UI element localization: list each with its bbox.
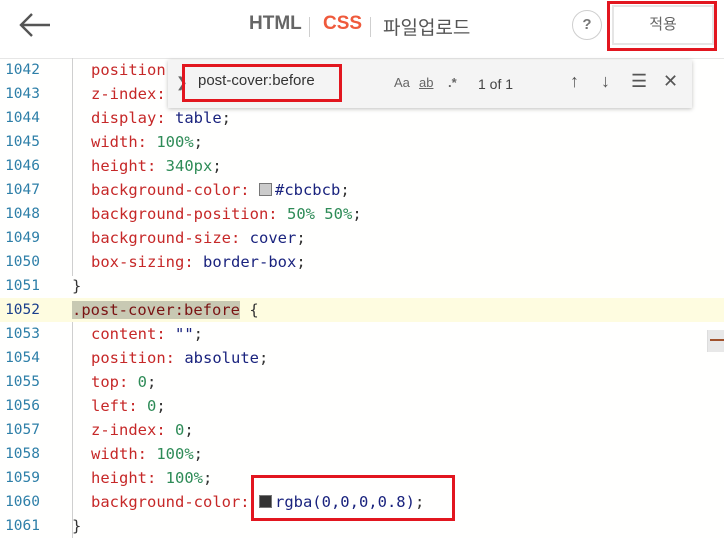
- css-value: 340px: [165, 157, 213, 175]
- code-line: 1044 display: table;: [0, 106, 724, 130]
- previous-match-icon[interactable]: ↑: [570, 71, 579, 92]
- code-line-current: 1052 .post-cover:before {: [0, 298, 724, 322]
- css-property: display:: [91, 109, 166, 127]
- code-editor[interactable]: 1042 position 1043 z-index: 1044 display…: [0, 58, 724, 538]
- css-selector-match: .post-cover:before: [72, 301, 240, 319]
- tab-html[interactable]: HTML: [249, 13, 302, 35]
- code-line: 1059 height: 100%;: [0, 466, 724, 490]
- find-input[interactable]: post-cover:before: [198, 72, 315, 89]
- line-number: 1059: [5, 470, 40, 486]
- css-value: absolute: [184, 349, 259, 367]
- css-property: top:: [91, 373, 129, 391]
- code-line: 1061 }: [0, 514, 724, 538]
- css-value: 100%: [156, 133, 194, 151]
- css-property: position: [91, 61, 166, 79]
- color-swatch[interactable]: [258, 183, 272, 196]
- line-number: 1046: [5, 158, 40, 174]
- line-number: 1050: [5, 254, 40, 270]
- line-number: 1056: [5, 398, 40, 414]
- line-number: 1049: [5, 230, 40, 246]
- closing-brace: }: [72, 277, 82, 295]
- css-property: height:: [91, 157, 157, 175]
- find-widget: ❯ post-cover:before Aa ab .* 1 of 1 ↑ ↓ …: [168, 60, 692, 108]
- line-number: 1053: [5, 326, 40, 342]
- closing-brace: }: [72, 517, 82, 535]
- css-value: 0: [175, 421, 185, 439]
- code-line: 1048 background-position: 50% 50%;: [0, 202, 724, 226]
- css-value: 100%: [156, 445, 194, 463]
- toggle-replace-icon[interactable]: ❯: [176, 74, 188, 91]
- code-line: 1049 background-size: cover;: [0, 226, 724, 250]
- line-number: 1061: [5, 518, 40, 534]
- code-line: 1045 width: 100%;: [0, 130, 724, 154]
- close-icon[interactable]: ✕: [663, 71, 678, 92]
- line-number: 1055: [5, 374, 40, 390]
- css-property: width:: [91, 133, 147, 151]
- line-number: 1047: [5, 182, 40, 198]
- line-number: 1044: [5, 110, 40, 126]
- line-number: 1042: [5, 62, 40, 78]
- css-property: background-color:: [91, 493, 250, 511]
- line-number: 1045: [5, 134, 40, 150]
- css-property: width:: [91, 445, 147, 463]
- match-case-button[interactable]: Aa: [394, 75, 410, 90]
- code-line: 1046 height: 340px;: [0, 154, 724, 178]
- apply-button[interactable]: 적용: [612, 5, 714, 45]
- css-property: content:: [91, 325, 166, 343]
- tab-file-upload[interactable]: 파일업로드: [383, 13, 470, 40]
- match-whole-word-button[interactable]: ab: [419, 75, 433, 90]
- css-value: 100%: [165, 469, 203, 487]
- find-in-selection-icon[interactable]: ☰: [631, 71, 647, 92]
- line-number: 1052: [5, 302, 40, 318]
- css-value: border-box: [203, 253, 297, 271]
- css-property: background-color:: [91, 181, 250, 199]
- css-value: 0: [147, 397, 157, 415]
- css-property: z-index:: [91, 421, 166, 439]
- css-value: "": [175, 325, 194, 343]
- code-line: 1051 }: [0, 274, 724, 298]
- line-number: 1043: [5, 86, 40, 102]
- code-line: 1053 content: "";: [0, 322, 724, 346]
- css-value: 50% 50%: [286, 205, 353, 223]
- css-value: table: [175, 109, 222, 127]
- css-value: #cbcbcb: [274, 181, 341, 199]
- next-match-icon[interactable]: ↓: [601, 71, 610, 92]
- editor-toolbar: HTML CSS 파일업로드 ? 적용: [0, 0, 724, 59]
- line-number: 1057: [5, 422, 40, 438]
- css-property: z-index:: [91, 85, 166, 103]
- code-line: 1055 top: 0;: [0, 370, 724, 394]
- code-line: 1054 position: absolute;: [0, 346, 724, 370]
- code-line: 1047 background-color: #cbcbcb;: [0, 178, 724, 202]
- css-property: background-size:: [91, 229, 241, 247]
- css-value: 0: [137, 373, 148, 391]
- css-property: box-sizing:: [91, 253, 194, 271]
- css-property: height:: [91, 469, 157, 487]
- code-line: 1050 box-sizing: border-box;: [0, 250, 724, 274]
- css-property: position:: [91, 349, 175, 367]
- scrollbar-marker[interactable]: [707, 330, 724, 352]
- css-property: left:: [91, 397, 138, 415]
- css-value: rgba(0,0,0,0.8): [274, 493, 415, 511]
- tab-css[interactable]: CSS: [323, 13, 362, 35]
- help-button[interactable]: ?: [572, 10, 602, 40]
- css-property: background-position:: [91, 205, 278, 223]
- line-number: 1054: [5, 350, 40, 366]
- line-number: 1058: [5, 446, 40, 462]
- line-number: 1060: [5, 494, 40, 510]
- code-line: 1060 background-color: rgba(0,0,0,0.8);: [0, 490, 724, 514]
- code-line: 1058 width: 100%;: [0, 442, 724, 466]
- use-regex-button[interactable]: .*: [448, 75, 457, 90]
- tab-divider: [309, 17, 310, 37]
- match-count: 1 of 1: [478, 76, 514, 92]
- line-number: 1048: [5, 206, 40, 222]
- color-swatch[interactable]: [258, 495, 272, 508]
- code-line: 1057 z-index: 0;: [0, 418, 724, 442]
- tab-divider: [370, 17, 371, 37]
- code-line: 1056 left: 0;: [0, 394, 724, 418]
- css-value: cover: [249, 229, 297, 247]
- line-number: 1051: [5, 278, 40, 294]
